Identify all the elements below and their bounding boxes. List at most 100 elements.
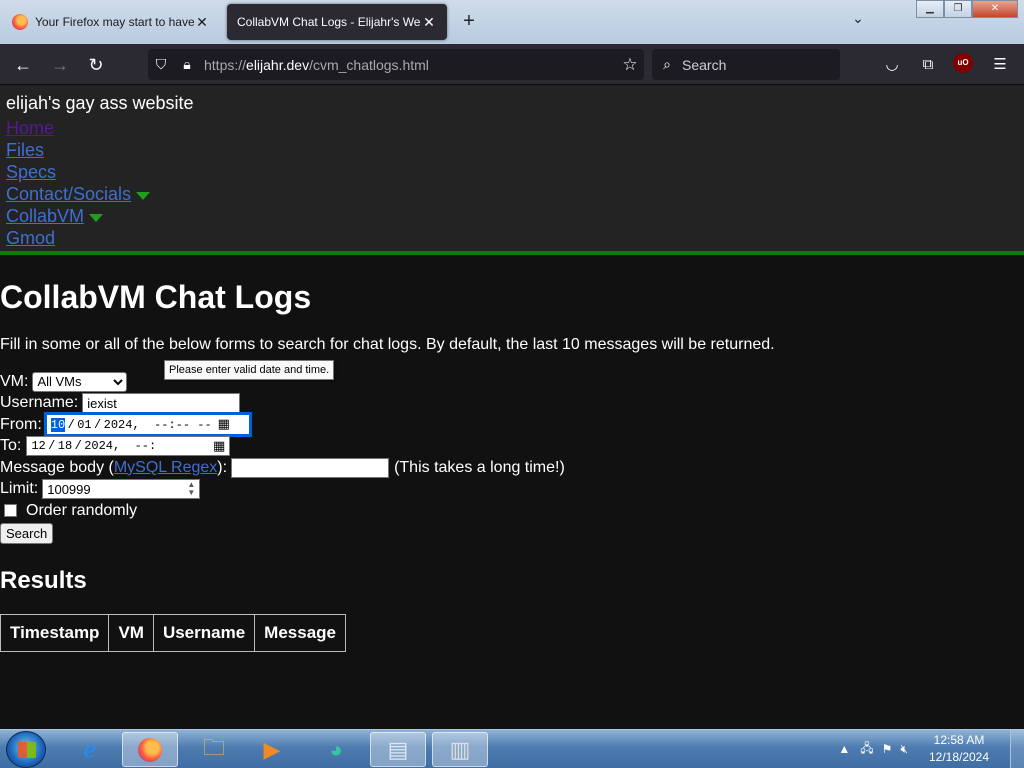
show-desktop-button[interactable] [1010,730,1024,768]
firefox-favicon-icon [12,14,28,30]
page-title: CollabVM Chat Logs [0,279,312,315]
to-month-segment[interactable]: 12 [31,439,45,453]
site-title: elijah's gay ass website [6,93,194,113]
nav-link-home[interactable]: Home [6,117,1018,139]
volume-muted-icon[interactable]: 🔇︎ [900,742,908,757]
from-time-segment[interactable]: --:-- -- [154,418,212,432]
close-tab-icon[interactable]: ✕ [421,14,437,31]
dropdown-arrow-icon[interactable] [136,191,151,200]
start-button[interactable] [6,731,46,768]
nav-link-contact-socials[interactable]: Contact/Socials [6,184,131,204]
control-panel-icon[interactable]: ▤ [370,732,426,767]
message-label-suffix: ): [217,458,228,476]
web-page: elijah's gay ass website Home Files Spec… [0,85,1024,729]
from-label: From: [0,415,42,433]
to-datetime-input[interactable]: 12 / 18 / 2024, --: ▦ [26,436,231,457]
chat-app-icon[interactable]: ◕ [308,732,364,767]
to-day-segment[interactable]: 18 [58,439,72,453]
back-button[interactable]: ← [10,52,36,78]
tab-firefox-notice[interactable]: Your Firefox may start to have p ✕ [2,4,220,40]
menu-icon[interactable]: ☰ [987,52,1013,78]
show-hidden-icons-icon[interactable]: ▲ [838,742,850,756]
username-label: Username: [0,394,79,412]
search-button[interactable]: Search [0,522,54,544]
internet-explorer-icon[interactable]: ℯ [62,732,118,767]
clock[interactable]: 12:58 AM 12/18/2024 [914,732,1004,766]
system-tray: ▲ 🖧︎ ⚑ 🔇︎ 12:58 AM 12/18/2024 [838,730,1024,768]
url-text[interactable]: https://elijahr.dev/cvm_chatlogs.html [204,57,616,73]
restore-button[interactable]: ❐ [944,0,972,18]
column-header-message: Message [254,613,346,652]
nav-link-specs[interactable]: Specs [6,161,1018,183]
column-header-username: Username [152,613,256,652]
recycle-bin-icon[interactable]: ▥ [432,732,488,767]
to-time-segment[interactable]: --: [135,439,157,453]
tab-strip: Your Firefox may start to have p ✕ Colla… [0,0,1024,44]
column-header-timestamp: Timestamp [0,613,110,652]
results-table: Timestamp VM Username Message [0,613,346,652]
tab-collabvm-chat-logs[interactable]: CollabVM Chat Logs - Elijahr's Web ✕ [227,4,447,40]
vm-select[interactable]: All VMs [32,371,128,392]
from-month-segment[interactable]: 10 [50,417,66,432]
search-placeholder: Search [682,56,727,73]
reload-button[interactable]: ↻ [83,52,109,78]
clock-date: 12/18/2024 [928,750,990,764]
message-label-prefix: Message body ( [0,458,114,476]
close-window-button[interactable]: ✕ [972,0,1018,18]
action-center-flag-icon[interactable]: ⚑ [882,742,893,756]
firefox-icon [138,737,162,762]
limit-value: 100999 [47,481,91,497]
username-field[interactable]: iexist [82,393,241,414]
order-randomly-checkbox[interactable] [4,504,17,518]
search-form: VM: All VMs Username: iexist From: 10 / … [0,371,1024,544]
table-header-row: Timestamp VM Username Message [0,613,346,652]
shield-icon[interactable]: ⛉ [148,56,174,73]
pocket-icon[interactable]: ◡ [879,52,905,78]
search-icon: ⌕ [663,56,671,72]
url-bar[interactable]: ⛉ 🔒︎ https://elijahr.dev/cvm_chatlogs.ht… [148,49,644,80]
limit-label: Limit: [0,480,39,498]
message-body-field[interactable] [231,457,390,478]
to-label: To: [0,437,22,455]
calendar-icon[interactable]: ▦ [218,417,230,432]
lock-icon[interactable]: 🔒︎ [174,56,200,73]
validation-tooltip: Please enter valid date and time. [164,360,335,380]
forward-button[interactable]: → [47,52,73,78]
nav-link-collabvm[interactable]: CollabVM [6,206,84,226]
network-icon[interactable]: 🖧︎ [860,739,873,760]
list-all-tabs-button[interactable]: ⌄ [848,10,868,32]
mysql-regex-link[interactable]: MySQL Regex [114,459,217,477]
vm-label: VM: [0,372,29,390]
taskbar: ℯ 🗀︎ ▶ ◕ ▤ ▥ ▲ 🖧︎ ⚑ 🔇︎ 12:58 AM 12/18/20… [0,729,1024,768]
column-header-vm: VM [108,613,154,652]
nav-toolbar: ← → ↻ ⛉ 🔒︎ https://elijahr.dev/cvm_chatl… [0,44,1024,85]
tab-title: Your Firefox may start to have p [35,15,194,29]
calendar-icon[interactable]: ▦ [213,439,225,454]
close-tab-icon[interactable]: ✕ [194,14,210,31]
order-randomly-label: Order randomly [26,501,138,519]
nav-link-gmod[interactable]: Gmod [6,227,1018,249]
bookmark-star-icon[interactable]: ☆ [616,55,644,75]
firefox-taskbar-button[interactable] [122,732,178,767]
ublock-origin-icon[interactable]: uO [953,53,973,73]
nav-link-files[interactable]: Files [6,139,1018,161]
clock-time: 12:58 AM [933,733,985,747]
intro-text: Fill in some or all of the below forms t… [0,336,775,353]
file-explorer-icon[interactable]: 🗀︎ [186,732,242,767]
from-year-segment[interactable]: 2024 [104,418,133,432]
tab-title: CollabVM Chat Logs - Elijahr's Web [237,15,421,29]
media-player-icon[interactable]: ▶ [244,732,300,767]
from-day-segment[interactable]: 01 [77,418,91,432]
site-header: elijah's gay ass website Home Files Spec… [0,85,1024,255]
search-input[interactable]: ⌕ Search [652,49,840,80]
limit-field[interactable]: 100999 ▲ ▼ [42,479,201,500]
to-year-segment[interactable]: 2024 [84,439,113,453]
new-tab-button[interactable]: + [458,10,480,32]
main-content: CollabVM Chat Logs Fill in some or all o… [0,277,1024,652]
spinner-arrows-icon[interactable]: ▲ ▼ [187,481,195,497]
from-datetime-input[interactable]: 10 / 01 / 2024, --:-- -- ▦ [43,412,252,438]
dropdown-arrow-icon[interactable] [89,213,104,222]
extensions-icon[interactable]: ⧉ [915,52,941,78]
minimize-button[interactable]: ▁ [916,0,944,18]
results-heading: Results [0,566,87,594]
